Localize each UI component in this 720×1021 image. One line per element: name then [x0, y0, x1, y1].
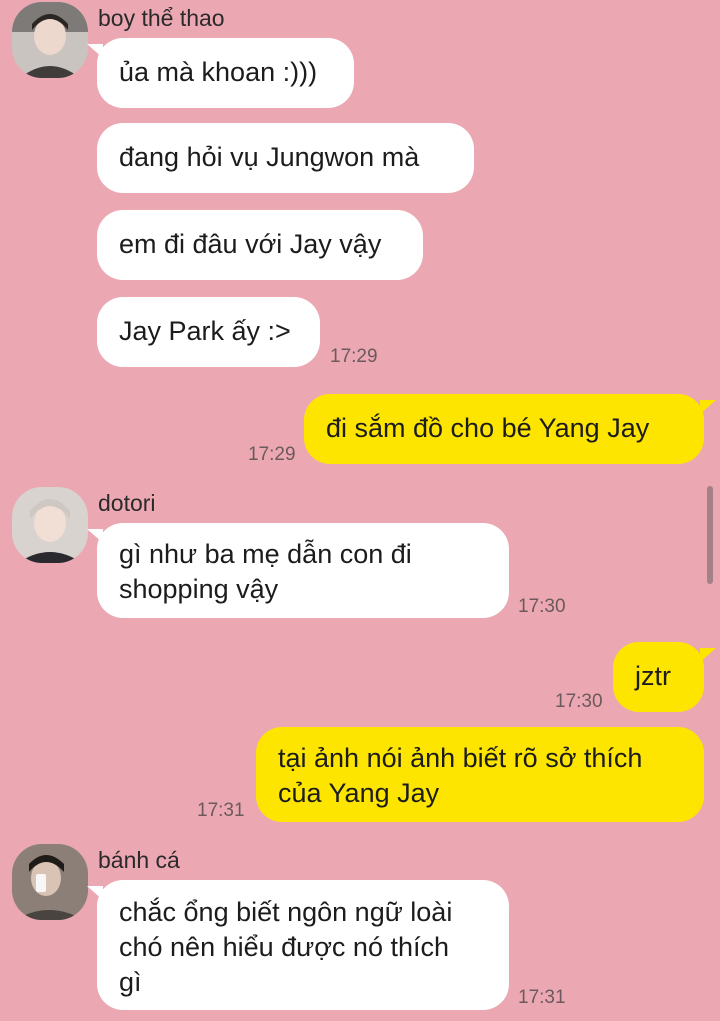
- message-text-line: chắc ổng biết ngôn ngữ loài: [119, 897, 453, 927]
- message-bubble[interactable]: gì như ba mẹ dẫn con đi shopping vậy: [97, 523, 509, 618]
- message-bubble[interactable]: em đi đâu với Jay vậy: [97, 210, 423, 280]
- message-text-line: tại ảnh nói ảnh biết rõ sở thích: [278, 743, 643, 773]
- message-text-line: gì: [119, 967, 142, 997]
- message-text: em đi đâu với Jay vậy: [119, 229, 382, 259]
- message-bubble-outgoing[interactable]: đi sắm đồ cho bé Yang Jay: [304, 394, 704, 464]
- avatar[interactable]: [12, 2, 88, 78]
- message-timestamp: 17:29: [248, 444, 296, 465]
- message-timestamp: 17:30: [555, 691, 603, 712]
- message-bubble[interactable]: chắc ổng biết ngôn ngữ loài chó nên hiểu…: [97, 880, 509, 1010]
- chat-messages-area[interactable]: boy thể thao ủa mà khoan :))) đang hỏi v…: [0, 0, 720, 1021]
- avatar-photo-icon: [12, 2, 88, 78]
- message-bubble[interactable]: Jay Park ấy :>: [97, 297, 320, 367]
- avatar[interactable]: [12, 844, 88, 920]
- sender-name: boy thể thao: [98, 5, 225, 31]
- avatar[interactable]: [12, 487, 88, 563]
- message-text: ủa mà khoan :))): [119, 57, 318, 87]
- message-timestamp: 17:29: [330, 346, 378, 367]
- bubble-tail: [700, 400, 716, 414]
- message-text: jztr: [635, 661, 671, 691]
- avatar-photo-icon: [12, 844, 88, 920]
- sender-name: dotori: [98, 490, 156, 516]
- message-text: đang hỏi vụ Jungwon mà: [119, 142, 420, 172]
- message-text-line: chó nên hiểu được nó thích: [119, 932, 449, 962]
- message-text-line: của Yang Jay: [278, 778, 440, 808]
- message-text-line: gì như ba mẹ dẫn con đi: [119, 539, 412, 569]
- message-text: đi sắm đồ cho bé Yang Jay: [326, 413, 650, 443]
- message-bubble[interactable]: đang hỏi vụ Jungwon mà: [97, 123, 474, 193]
- message-bubble-outgoing[interactable]: tại ảnh nói ảnh biết rõ sở thích của Yan…: [256, 727, 704, 822]
- sender-name: bánh cá: [98, 847, 180, 873]
- message-bubble[interactable]: ủa mà khoan :))): [97, 38, 354, 108]
- message-timestamp: 17:31: [518, 987, 566, 1008]
- avatar-photo-icon: [12, 487, 88, 563]
- scrollbar[interactable]: [707, 486, 713, 584]
- message-timestamp: 17:30: [518, 596, 566, 617]
- message-timestamp: 17:31: [197, 800, 245, 821]
- bubble-tail: [700, 648, 716, 662]
- message-text: Jay Park ấy :>: [119, 316, 291, 346]
- message-bubble-outgoing[interactable]: jztr: [613, 642, 704, 712]
- message-text-line: shopping vậy: [119, 574, 279, 604]
